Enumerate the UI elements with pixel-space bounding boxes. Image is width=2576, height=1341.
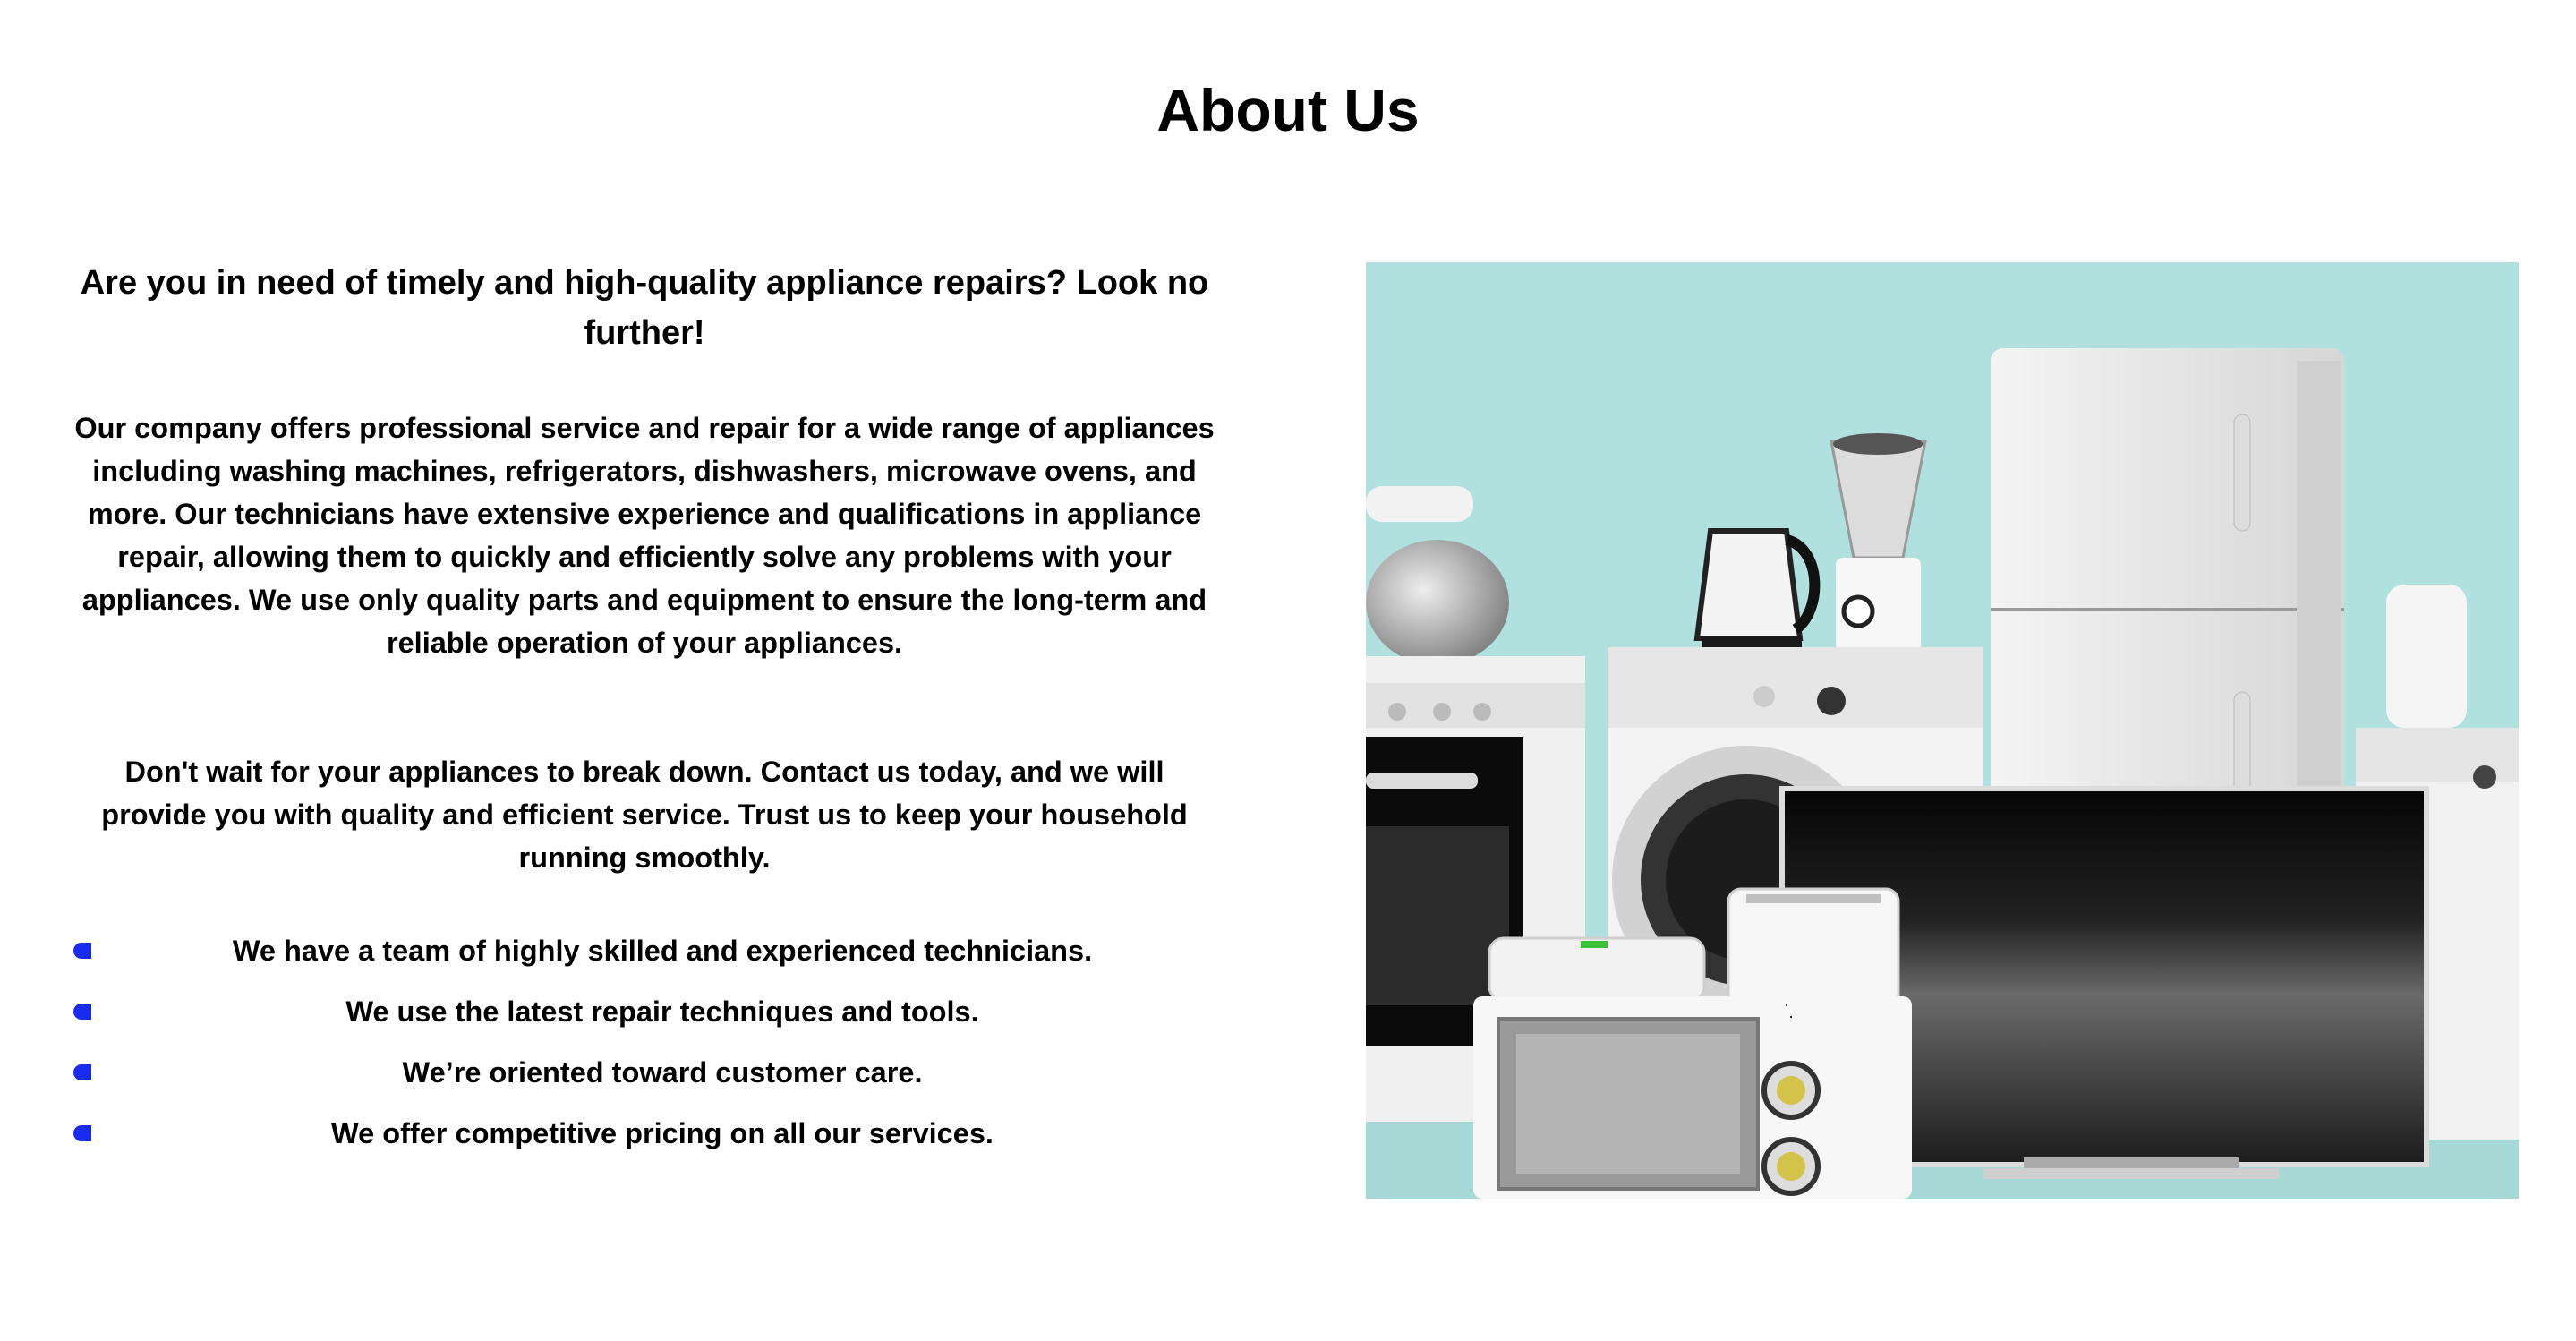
feature-text: We’re oriented toward customer care. bbox=[402, 1055, 923, 1089]
blender bbox=[1830, 433, 1927, 656]
appliances-image bbox=[1366, 262, 2519, 1199]
feature-item: We offer competitive pricing on all our … bbox=[72, 1103, 1217, 1164]
stand-mixer bbox=[1366, 486, 1509, 683]
feature-text: We offer competitive pricing on all our … bbox=[331, 1116, 994, 1149]
bullet-icon bbox=[73, 1064, 91, 1080]
about-paragraph-services: Our company offers professional service … bbox=[74, 412, 1215, 659]
about-paragraph-contact: Don't wait for your appliances to break … bbox=[101, 756, 1188, 874]
bullet-icon bbox=[73, 1004, 91, 1020]
bullet-icon bbox=[73, 1125, 91, 1141]
appliances-illustration bbox=[1366, 348, 2519, 1199]
feature-text: We have a team of highly skilled and exp… bbox=[232, 934, 1093, 967]
microwave bbox=[1473, 996, 1912, 1199]
bullet-icon bbox=[73, 943, 91, 959]
feature-text: We use the latest repair techniques and … bbox=[345, 995, 979, 1028]
about-lead: Are you in need of timely and high-quali… bbox=[80, 264, 1209, 352]
feature-item: We’re oriented toward customer care. bbox=[72, 1042, 1217, 1103]
kettle bbox=[1693, 528, 1821, 653]
feature-item: We use the latest repair techniques and … bbox=[72, 981, 1217, 1042]
feature-item: We have a team of highly skilled and exp… bbox=[72, 920, 1217, 981]
about-text-column: Are you in need of timely and high-quali… bbox=[72, 258, 1217, 1164]
sandwich-maker bbox=[1488, 936, 1706, 1003]
toaster bbox=[1727, 887, 1900, 1016]
feature-list: We have a team of highly skilled and exp… bbox=[72, 920, 1217, 1164]
page-title: About Us bbox=[1156, 77, 1420, 143]
